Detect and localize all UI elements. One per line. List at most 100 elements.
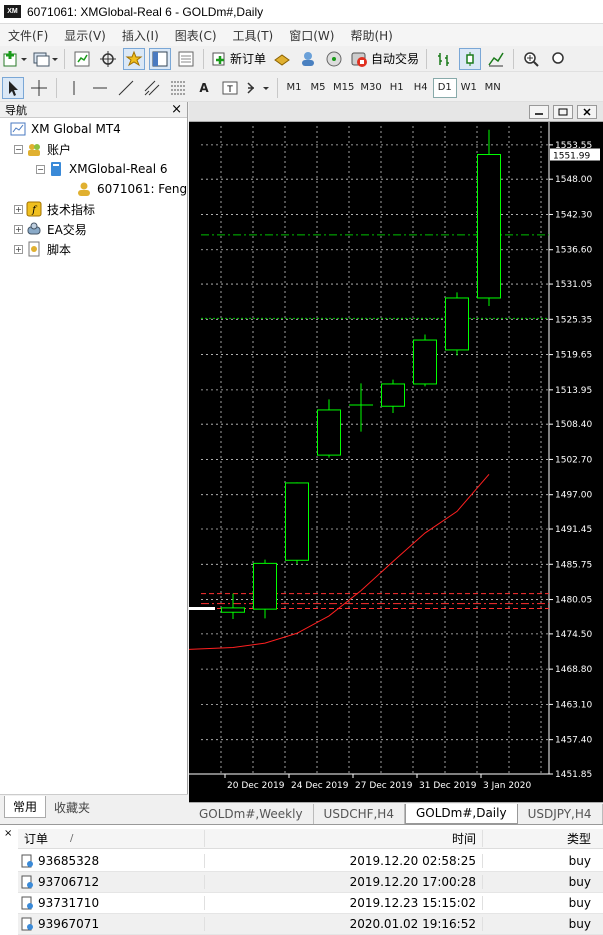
chart-tab-usdjpy-h4[interactable]: USDJPY,H4 bbox=[518, 803, 603, 824]
text-label-button[interactable]: T bbox=[219, 77, 241, 99]
tab-favorites[interactable]: 收藏夹 bbox=[46, 797, 98, 818]
horizontal-line-button[interactable] bbox=[89, 77, 111, 99]
y-tick-label: 1474.50 bbox=[555, 630, 592, 640]
horizontal-line-icon bbox=[93, 87, 107, 88]
new-chart-button[interactable] bbox=[2, 48, 28, 70]
column-order[interactable]: 订单 / bbox=[18, 830, 204, 847]
strategy-tester-button[interactable] bbox=[175, 48, 197, 70]
market-watch-button[interactable] bbox=[71, 48, 93, 70]
menu-window[interactable]: 窗口(W) bbox=[281, 27, 342, 44]
mt4-logo-icon bbox=[10, 121, 26, 137]
title-bar: XM 6071061: XMGlobal-Real 6 - GOLDm#,Dai… bbox=[0, 0, 603, 24]
new-order-button[interactable]: 新订单 bbox=[208, 48, 269, 70]
current-price-label: 1551.99 bbox=[553, 152, 590, 162]
column-time[interactable]: 时间 bbox=[204, 830, 482, 847]
candle-body bbox=[477, 154, 501, 299]
bar-chart-button[interactable] bbox=[433, 48, 455, 70]
tree-server[interactable]: − XMGlobal-Real 6 bbox=[36, 159, 168, 179]
signals-button[interactable] bbox=[323, 48, 345, 70]
price-chart[interactable]: 1553.551548.001542.301536.601531.051525.… bbox=[189, 122, 603, 802]
y-tick-label: 1468.80 bbox=[555, 665, 592, 675]
timeframe-h4[interactable]: H4 bbox=[409, 78, 433, 98]
table-row[interactable]: 93685328 2019.12.20 02:58:25 buy bbox=[18, 851, 603, 872]
arrows-button[interactable] bbox=[245, 77, 271, 99]
new-chart-icon bbox=[3, 50, 27, 66]
expand-icon[interactable]: + bbox=[14, 244, 23, 254]
close-button[interactable] bbox=[577, 104, 597, 119]
chart-window: 1553.55 1548.00 1542.30 1536.60 1531.05 1525.… bbox=[189, 102, 603, 802]
fibonacci-icon bbox=[171, 81, 185, 94]
timeframe-w1[interactable]: W1 bbox=[457, 78, 481, 98]
menu-help[interactable]: 帮助(H) bbox=[342, 27, 400, 44]
candlestick-button[interactable] bbox=[459, 47, 482, 70]
market-watch-icon bbox=[74, 51, 90, 66]
y-tick-label: 1531.05 bbox=[555, 280, 592, 290]
zoom-in-button[interactable] bbox=[520, 48, 542, 70]
auto-trading-button[interactable]: 自动交易 bbox=[347, 48, 422, 70]
server-icon bbox=[48, 161, 64, 177]
minimize-button[interactable] bbox=[529, 104, 549, 119]
cursor-button[interactable] bbox=[2, 76, 24, 99]
tree-accounts[interactable]: − 账户 bbox=[14, 139, 71, 159]
timeframe-h1[interactable]: H1 bbox=[385, 78, 409, 98]
profiles-button[interactable] bbox=[32, 48, 58, 70]
community-button[interactable] bbox=[297, 48, 319, 70]
zoom-out-button[interactable] bbox=[546, 48, 568, 70]
table-row[interactable]: 93731710 2019.12.23 15:15:02 buy bbox=[18, 893, 603, 914]
tree-root[interactable]: XM Global MT4 bbox=[10, 119, 121, 139]
expand-icon[interactable]: + bbox=[14, 224, 23, 234]
restore-button[interactable] bbox=[553, 104, 573, 119]
tree-account[interactable]: 6071061: Feng bbox=[76, 179, 187, 199]
line-chart-button[interactable] bbox=[485, 48, 507, 70]
bar-chart-icon bbox=[438, 52, 450, 66]
crosshair-button[interactable] bbox=[28, 77, 50, 99]
zoom-in-icon bbox=[524, 51, 539, 67]
channel-button[interactable] bbox=[141, 77, 163, 99]
new-order-icon bbox=[212, 52, 225, 65]
metaeditor-button[interactable] bbox=[271, 48, 293, 70]
vertical-line-button[interactable] bbox=[63, 77, 85, 99]
expand-icon[interactable]: + bbox=[14, 204, 23, 214]
chart-tab-goldm-daily[interactable]: GOLDm#,Daily bbox=[404, 803, 518, 824]
collapse-icon[interactable]: − bbox=[36, 164, 45, 174]
text-button[interactable]: A bbox=[193, 77, 215, 99]
navigator-close-button[interactable]: × bbox=[171, 102, 182, 117]
timeframe-m1[interactable]: M1 bbox=[282, 78, 306, 98]
table-row[interactable]: 93967071 2020.01.02 19:16:52 buy bbox=[18, 914, 603, 935]
timeframe-m30[interactable]: M30 bbox=[357, 78, 384, 98]
tree-indicators[interactable]: + f 技术指标 bbox=[14, 199, 95, 219]
data-window-button[interactable] bbox=[97, 48, 119, 70]
timeframe-m5[interactable]: M5 bbox=[306, 78, 330, 98]
order-icon bbox=[21, 875, 33, 889]
terminal-button[interactable] bbox=[149, 47, 171, 70]
fibonacci-button[interactable] bbox=[167, 77, 189, 99]
table-row[interactable]: 93706712 2019.12.20 17:00:28 buy bbox=[18, 872, 603, 893]
collapse-icon[interactable]: − bbox=[14, 144, 23, 154]
auto-trading-label: 自动交易 bbox=[371, 52, 420, 66]
menu-file[interactable]: 文件(F) bbox=[0, 27, 56, 44]
column-type[interactable]: 类型 bbox=[482, 830, 603, 847]
crosshair-target-icon bbox=[100, 50, 116, 67]
tree-server-label: XMGlobal-Real 6 bbox=[69, 162, 168, 176]
timeframe-mn[interactable]: MN bbox=[481, 78, 505, 98]
navigator-button[interactable] bbox=[123, 47, 145, 70]
tree-experts[interactable]: + EA交易 bbox=[14, 219, 87, 239]
tree-scripts[interactable]: + 脚本 bbox=[14, 239, 71, 259]
menu-tools[interactable]: 工具(T) bbox=[225, 27, 282, 44]
menu-insert[interactable]: 插入(I) bbox=[114, 27, 167, 44]
menu-view[interactable]: 显示(V) bbox=[56, 27, 114, 44]
navigator-header: 导航 × bbox=[0, 102, 187, 118]
candlestick-icon bbox=[466, 51, 474, 66]
terminal-close-button[interactable]: × bbox=[4, 828, 12, 839]
timeframe-d1[interactable]: D1 bbox=[432, 77, 457, 98]
menu-charts[interactable]: 图表(C) bbox=[167, 27, 225, 44]
navigator-panel: 导航 × XM Global MT4 − 账户 − XMGlobal-Real … bbox=[0, 102, 188, 818]
tab-common[interactable]: 常用 bbox=[4, 796, 47, 818]
chart-tab-usdchf-h4[interactable]: USDCHF,H4 bbox=[314, 803, 405, 824]
candle-body bbox=[445, 297, 469, 351]
chart-tab-goldm-weekly[interactable]: GOLDm#,Weekly bbox=[189, 803, 314, 824]
timeframe-m15[interactable]: M15 bbox=[330, 78, 357, 98]
tree-accounts-label: 账户 bbox=[47, 142, 72, 157]
trendline-button[interactable] bbox=[115, 77, 137, 99]
scripts-icon bbox=[26, 241, 42, 257]
